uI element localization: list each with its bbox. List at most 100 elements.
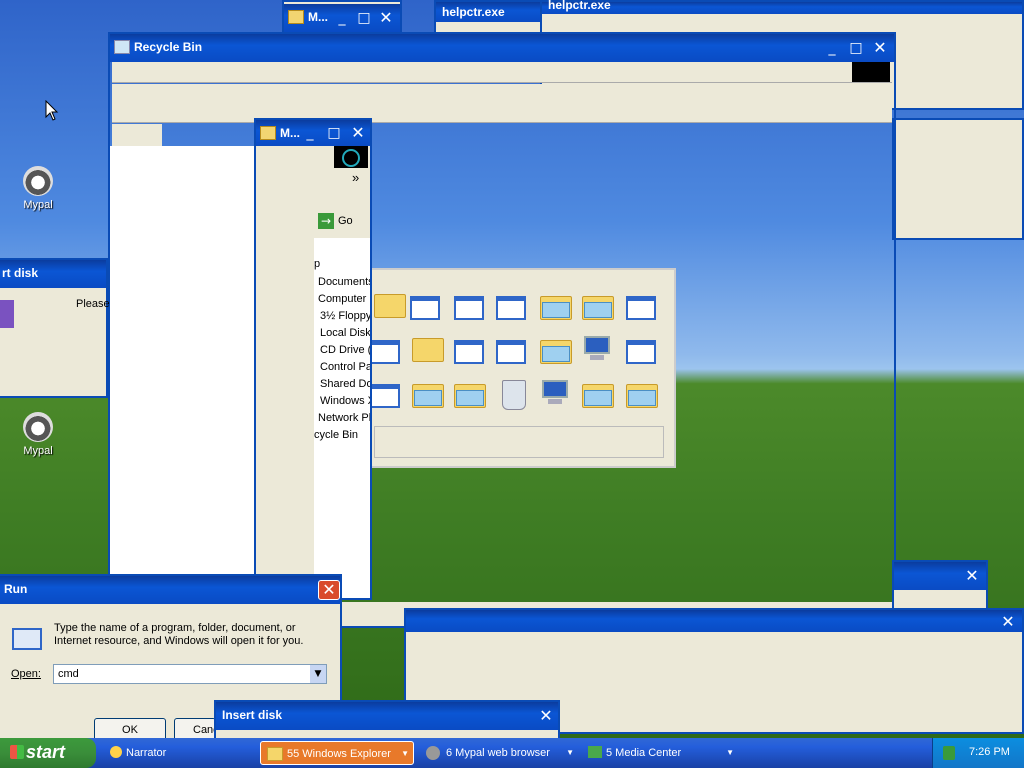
tree-item[interactable]: Windows X	[320, 395, 370, 407]
start-label: start	[26, 742, 66, 762]
taskbar-item-media-center[interactable]: 5 Media Center ▼	[582, 741, 738, 765]
minimize-button[interactable]: _	[300, 123, 320, 143]
open-label: Open:	[11, 668, 41, 680]
maximize-button[interactable]: □	[354, 8, 374, 28]
title-bar[interactable]: Insert disk ✕	[216, 702, 558, 730]
open-combobox[interactable]: cmd ▼	[53, 664, 327, 684]
title-bar[interactable]: helpctr.exe	[542, 0, 1022, 14]
background-window-lower-right[interactable]: ✕	[892, 560, 988, 610]
close-button[interactable]: ✕	[536, 706, 556, 726]
background-window-right[interactable]	[892, 118, 1024, 240]
desktop-icon-mypal[interactable]: Mypal	[8, 412, 68, 457]
mouse-cursor-icon	[45, 100, 59, 121]
dialog-message: Please	[76, 298, 110, 310]
media-center-icon	[588, 746, 602, 758]
folder-icon	[288, 10, 304, 24]
taskbar-item-mypal[interactable]: 6 Mypal web browser ▼	[420, 741, 578, 765]
tree-item[interactable]: 3½ Floppy	[320, 310, 370, 322]
chevron-down-icon[interactable]: ▼	[310, 665, 326, 683]
tree-item[interactable]: Computer	[318, 293, 366, 305]
task-label: 5 Media Center	[606, 747, 682, 759]
close-button[interactable]: ✕	[376, 8, 396, 28]
title-bar[interactable]: helpctr.exe	[436, 2, 542, 22]
ok-label: OK	[122, 724, 138, 736]
window-title: helpctr.exe	[442, 5, 505, 19]
window-title: Recycle Bin	[134, 40, 203, 54]
desktop-icon-mypal[interactable]: Mypal	[8, 166, 68, 211]
go-button[interactable]: → Go	[316, 212, 356, 232]
chevron-down-icon[interactable]: ▼	[401, 742, 409, 766]
title-bar[interactable]: M... _ □ ✕	[256, 120, 370, 146]
title-bar[interactable]: Run ✕	[0, 576, 340, 604]
window-title: rt disk	[2, 266, 39, 280]
go-arrow-icon: →	[318, 213, 334, 229]
run-icon	[12, 628, 42, 650]
small-window-top[interactable]: M... _ □ ✕	[282, 0, 402, 32]
tree-item[interactable]: Local Disk	[320, 327, 370, 339]
security-shield-icon[interactable]	[943, 746, 955, 760]
window-title: Run	[4, 582, 28, 596]
desktop: Mypal Mypal M... _ □ ✕ helpctr.exe helpc…	[0, 0, 1024, 738]
tree-item[interactable]: CD Drive (	[320, 344, 370, 356]
chevron-down-icon[interactable]: ▼	[726, 741, 734, 765]
toolbar	[112, 84, 892, 123]
window-title: Insert disk	[222, 708, 283, 722]
clock[interactable]: 7:26 PM	[969, 746, 1010, 758]
desktop-icon-label: Mypal	[23, 445, 53, 457]
task-label: 55 Windows Explorer	[287, 748, 391, 760]
folder-tree: p Documents Computer 3½ Floppy Local Dis…	[314, 238, 370, 598]
tree-item[interactable]: p	[314, 258, 320, 270]
title-bar[interactable]: Recycle Bin _ □ ✕	[110, 34, 894, 62]
close-button[interactable]: ✕	[318, 580, 340, 600]
desktop-icon-label: Mypal	[23, 199, 53, 211]
insert-disk-window-bottom[interactable]: Insert disk ✕	[214, 700, 560, 738]
go-label: Go	[338, 215, 353, 227]
title-bar[interactable]: ✕	[894, 562, 986, 590]
title-bar[interactable]: ✕	[406, 610, 1022, 632]
task-label: Narrator	[126, 747, 167, 759]
window-title: M...	[308, 10, 328, 24]
title-bar[interactable]: rt disk	[0, 260, 106, 288]
recycle-bin-icon	[114, 40, 130, 54]
maximize-button[interactable]: □	[846, 38, 866, 58]
throbber	[852, 62, 890, 82]
mypal-raccoon-icon	[23, 166, 53, 196]
window-title: M...	[280, 126, 300, 140]
run-description: Type the name of a program, folder, docu…	[54, 622, 304, 647]
start-button[interactable]: start	[0, 738, 96, 768]
ok-button[interactable]: OK	[94, 718, 166, 738]
mypal-raccoon-icon	[426, 746, 440, 760]
narrator-icon	[110, 746, 122, 758]
window-title: helpctr.exe	[548, 0, 611, 12]
floppy-icon	[0, 300, 14, 328]
minimize-button[interactable]: _	[332, 8, 352, 28]
cancel-button[interactable]: Canc	[174, 718, 216, 738]
tree-item[interactable]: cycle Bin	[314, 429, 358, 441]
open-input[interactable]: cmd	[58, 668, 79, 680]
close-button[interactable]: ✕	[962, 566, 982, 586]
tree-item[interactable]: Shared Do	[320, 378, 370, 390]
close-button[interactable]: ✕	[998, 612, 1018, 632]
insert-disk-window-left[interactable]: rt disk Please	[0, 258, 110, 398]
tree-item[interactable]: Control Pa	[320, 361, 370, 373]
system-tray: 7:26 PM	[932, 738, 1024, 768]
menu-bar	[112, 62, 892, 83]
close-button[interactable]: ✕	[348, 123, 368, 143]
mypal-raccoon-icon	[23, 412, 53, 442]
taskbar-item-narrator[interactable]: Narrator	[104, 741, 256, 765]
folder-icon	[267, 747, 283, 761]
address-bar	[112, 124, 162, 146]
tree-item[interactable]: Network Pl	[318, 412, 370, 424]
maximize-button[interactable]: □	[324, 123, 344, 143]
explorer-window[interactable]: M... _ □ ✕ » → Go p Documents Computer 3…	[254, 118, 372, 600]
taskbar: start Narrator 55 Windows Explorer ▼ 6 M…	[0, 738, 1024, 768]
throbber	[334, 146, 368, 168]
tree-item[interactable]: Documents	[318, 276, 370, 288]
cancel-label: Canc	[193, 724, 215, 736]
chevron-down-icon[interactable]: ▼	[566, 741, 574, 765]
minimize-button[interactable]: _	[822, 38, 842, 58]
title-bar[interactable]: M... _ □ ✕	[284, 4, 400, 32]
toolbar-chevron[interactable]: »	[352, 170, 359, 185]
taskbar-item-windows-explorer[interactable]: 55 Windows Explorer ▼	[260, 741, 414, 765]
close-button[interactable]: ✕	[870, 38, 890, 58]
